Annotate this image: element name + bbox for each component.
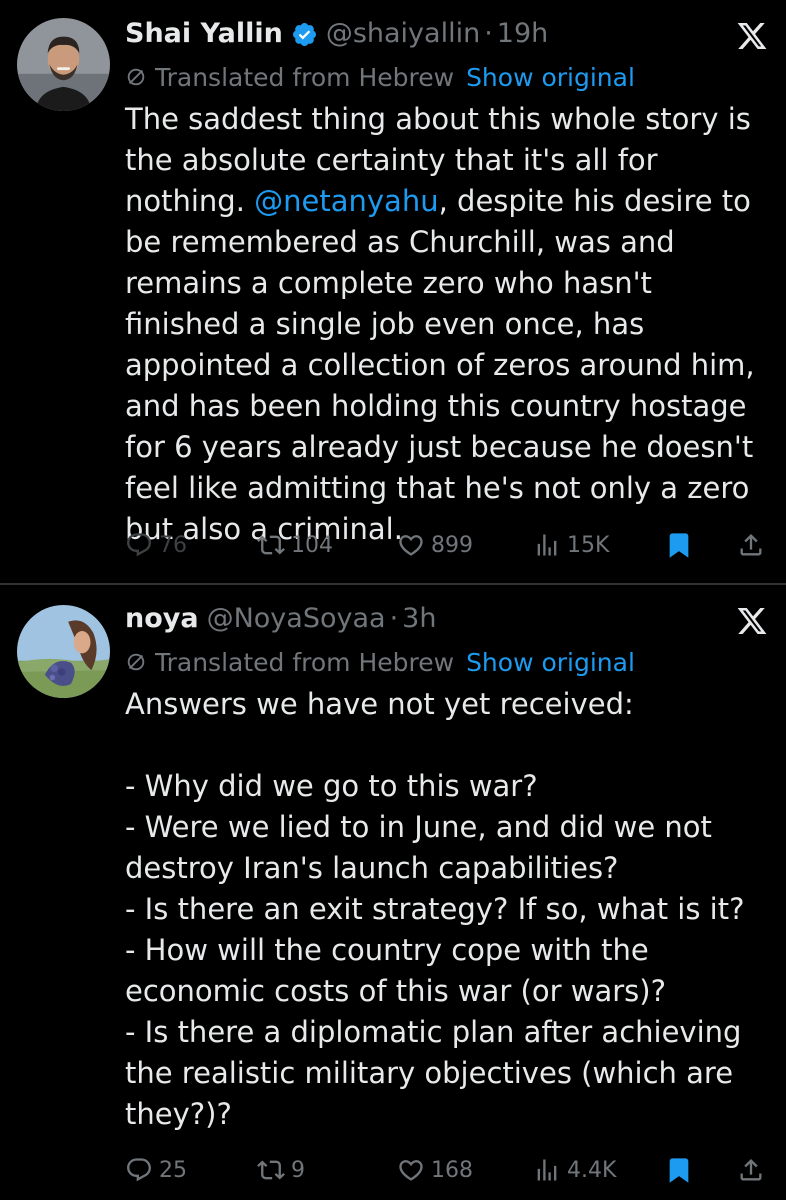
reply-count: 76 [159,532,187,558]
mention-link[interactable]: @netanyahu [254,184,438,218]
share-button[interactable] [737,1150,765,1190]
display-name[interactable]: noya [125,599,199,639]
bookmark-button[interactable] [665,525,693,565]
translation-notice: Translated from Hebrew Show original [125,643,635,681]
translated-label: Translated from Hebrew [155,647,455,677]
timestamp[interactable]: 19h [497,14,548,54]
share-button[interactable] [737,525,765,565]
views-count: 4.4K [567,1157,617,1183]
tweet-header: noya @NoyaSoyaa · 3h [125,599,436,639]
like-button[interactable]: 168 [397,1150,473,1190]
tweet-text: Answers we have not yet received: - Why … [125,687,745,1131]
avatar-image [17,18,110,111]
avatar[interactable] [17,605,110,698]
x-logo-icon [737,23,767,49]
user-handle[interactable]: @shaiyallin [326,14,480,54]
avatar-image [17,605,110,698]
share-icon [740,534,762,556]
views-button[interactable]: 15K [533,525,609,565]
reply-icon [127,533,151,557]
bookmark-icon [669,533,689,558]
translation-notice: Translated from Hebrew Show original [125,58,635,96]
display-name[interactable]: Shai Yallin [125,14,283,54]
tweet-actions: 25 9 168 4.4K [125,1150,765,1190]
separator-dot: · [484,18,493,49]
views-chart-icon [537,1159,557,1181]
reply-button[interactable]: 76 [125,525,187,565]
repost-count: 9 [291,1157,305,1183]
tweet[interactable]: noya @NoyaSoyaa · 3h Translated from Heb… [0,585,786,1200]
views-chart-icon [537,534,557,556]
translated-label: Translated from Hebrew [155,62,455,92]
x-logo-icon [737,608,767,634]
like-count: 899 [431,532,473,558]
reply-count: 25 [159,1157,187,1183]
views-count: 15K [567,532,610,558]
like-button[interactable]: 899 [397,525,473,565]
tweet[interactable]: Shai Yallin @shaiyallin · 19h Translated… [0,0,786,583]
show-original-link[interactable]: Show original [466,648,635,677]
user-handle[interactable]: @NoyaSoyaa [207,599,386,639]
tweet-text-part: , despite his desire to be remembered as… [125,184,764,546]
repost-button[interactable]: 9 [257,1150,305,1190]
repost-icon [257,535,285,555]
translate-globe-icon [127,653,145,671]
bookmark-button[interactable] [665,1150,693,1190]
avatar[interactable] [17,18,110,111]
like-count: 168 [431,1157,473,1183]
repost-button[interactable]: 104 [257,525,333,565]
reply-icon [127,1158,151,1182]
bookmark-icon [669,1158,689,1183]
verified-badge-icon [292,22,316,46]
translate-globe-icon [127,68,145,86]
repost-icon [257,1160,285,1180]
tweet-text: The saddest thing about this whole story… [125,99,775,550]
timestamp[interactable]: 3h [402,599,436,639]
tweet-header: Shai Yallin @shaiyallin · 19h [125,14,548,54]
show-original-link[interactable]: Show original [466,63,635,92]
heart-icon [399,1160,423,1181]
reply-button[interactable]: 25 [125,1150,187,1190]
heart-icon [399,535,423,556]
repost-count: 104 [291,532,333,558]
share-icon [740,1159,762,1181]
separator-dot: · [389,603,399,634]
views-button[interactable]: 4.4K [533,1150,616,1190]
tweet-actions: 76 104 899 15K [125,525,765,565]
